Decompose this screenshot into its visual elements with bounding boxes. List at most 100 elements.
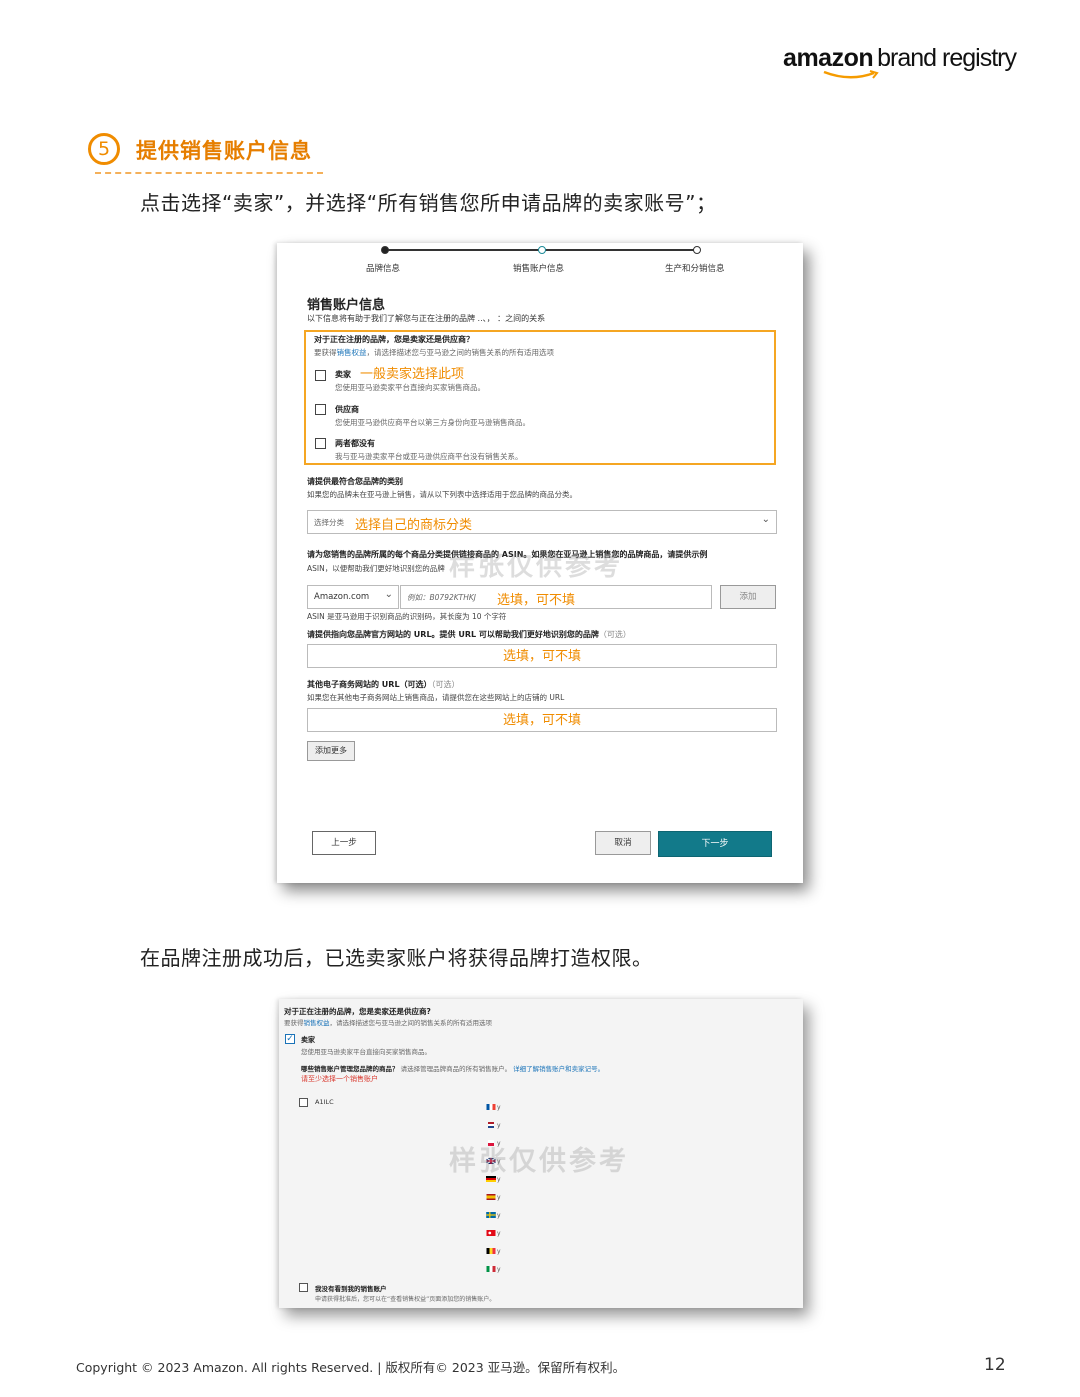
progress-label-distribution: 生产和分销信息 — [665, 264, 725, 274]
website-url-annotation: 选填，可不填 — [502, 649, 581, 664]
ecommerce-url-input[interactable]: 选填，可不填 — [307, 708, 777, 732]
asin-hint: ASIN 是亚马逊用于识别商品的识别码，其长度为 10 个字符 — [307, 612, 507, 621]
category-annotation: 选择自己的商标分类 — [355, 518, 473, 533]
title-underline — [95, 172, 323, 174]
account-checkbox[interactable] — [299, 1098, 308, 1107]
progress-label-sales: 销售账户信息 — [513, 264, 565, 274]
sales-account-form-screenshot: 品牌信息 销售账户信息 生产和分销信息 销售账户信息 以下信息将有助于我们了解您… — [277, 243, 803, 883]
desc-text-post: ，请选择描述您与亚马逊之间的销售关系的所有适用选项 — [366, 348, 555, 357]
vendor-checkbox[interactable] — [315, 404, 326, 415]
ecommerce-url-title-text: 其他电子商务网站的 URL（可选） — [307, 680, 432, 689]
seller-question-desc: 要获得销售权益，请选择描述您与亚马逊之间的销售关系的所有适用选项 — [284, 1017, 492, 1027]
sample-watermark: 样张仅供参考 — [449, 1146, 629, 1177]
marketplace-value: Amazon.com — [314, 592, 370, 602]
seller-checkbox-checked[interactable]: ✓ — [285, 1034, 295, 1044]
cancel-button[interactable]: 取消 — [595, 831, 651, 855]
accounts-question-text: 哪些销售账户管理您品牌的商品？ — [301, 1065, 399, 1073]
seller-annotation: 一般卖家选择此项 — [360, 367, 465, 382]
category-placeholder: 选择分类 — [314, 518, 344, 527]
flag-suffix: y — [497, 1247, 501, 1255]
accounts-desc: 请选择管理品牌商品的所有销售账户。 — [400, 1065, 512, 1073]
flag-se-row: y — [486, 1206, 501, 1224]
flag-it-row: y — [486, 1260, 501, 1278]
ecommerce-url-desc: 如果您在其他电子商务网站上销售商品，请提供您在这些网站上的店铺的 URL — [307, 693, 565, 702]
desc-text-pre: 要获得 — [284, 1019, 304, 1027]
asin-input[interactable]: 例如：B0792KTHKJ 选填，可不填 — [400, 585, 712, 609]
flag-france-icon — [486, 1104, 496, 1110]
add-asin-button[interactable]: 添加 — [720, 585, 776, 609]
progress-step-3-dot — [693, 246, 701, 254]
flag-suffix: y — [497, 1211, 501, 1219]
sales-rights-link[interactable]: 销售权益 — [304, 1019, 330, 1027]
logo-brand-registry-text: brand registry — [877, 44, 1017, 72]
no-account-label: 我没有看到我的销售账户 — [315, 1285, 387, 1293]
seller-type-highlight-box: 对于正在注册的品牌，您是卖家还是供应商？ 要获得销售权益，请选择描述您与亚马逊之… — [304, 330, 776, 465]
marketplace-select[interactable]: Amazon.com ⌄ — [307, 585, 399, 609]
copyright-footer: Copyright © 2023 Amazon. All rights Rese… — [76, 1360, 626, 1375]
progress-step-2-dot — [538, 246, 546, 254]
website-url-title-text: 请提供指向您品牌官方网站的 URL。提供 URL 可以帮助我们更好地识别您的品牌 — [307, 630, 599, 639]
seller-desc: 您使用亚马逊卖家平台直接向买家销售商品。 — [301, 1048, 431, 1056]
result-text: 在品牌注册成功后，已选卖家账户将获得品牌打造权限。 — [140, 946, 653, 970]
seller-question: 对于正在注册的品牌，您是卖家还是供应商？ — [314, 335, 474, 344]
ecommerce-url-annotation: 选填，可不填 — [502, 713, 581, 728]
flag-fr-row: y — [486, 1098, 501, 1116]
vendor-label: 供应商 — [335, 405, 359, 414]
no-account-checkbox[interactable] — [299, 1283, 308, 1292]
account-name: A1ILC — [315, 1098, 334, 1106]
seller-accounts-screenshot: 对于正在注册的品牌，您是卖家还是供应商? 要获得销售权益，请选择描述您与亚马逊之… — [279, 999, 803, 1308]
flag-suffix: y — [497, 1103, 501, 1111]
website-url-optional: （可选） — [598, 630, 631, 639]
page-number: 12 — [984, 1355, 1006, 1375]
add-more-button[interactable]: 添加更多 — [307, 741, 355, 761]
flag-be-row: y — [486, 1242, 501, 1260]
flag-belgium-icon — [486, 1248, 496, 1254]
next-button[interactable]: 下一步 — [658, 831, 772, 857]
seller-question: 对于正在注册的品牌，您是卖家还是供应商? — [284, 1007, 431, 1016]
marketplace-flags: y y y y y y y y y y — [486, 1098, 501, 1278]
ecommerce-url-optional: （可选） — [431, 680, 460, 689]
asin-title-cont: ASIN，以便帮助我们更好地识别您的品牌 — [307, 564, 445, 573]
step-number-badge: 5 — [88, 133, 120, 165]
amazon-brand-registry-logo: amazon brand registry — [783, 44, 1017, 73]
flag-netherlands-icon — [488, 1122, 494, 1128]
asin-annotation: 选填，可不填 — [497, 593, 576, 608]
flag-turkey-icon — [486, 1230, 496, 1236]
logo-amazon-text: amazon — [783, 44, 874, 72]
accounts-question: 哪些销售账户管理您品牌的商品？ 请选择管理品牌商品的所有销售账户。 详细了解销售… — [301, 1063, 604, 1073]
desc-text-post: ，请选择描述您与亚马逊之间的销售关系的所有适用选项 — [329, 1019, 493, 1027]
neither-checkbox[interactable] — [315, 438, 326, 449]
category-title: 请提供最符合您品牌的类别 — [307, 477, 403, 486]
flag-tr-row: y — [486, 1224, 501, 1242]
accounts-learn-more-link[interactable]: 详细了解销售账户和卖家记号。 — [513, 1065, 604, 1073]
flag-suffix: y — [497, 1265, 501, 1273]
no-account-desc: 申请获得批准后，您可以在“查看销售权益”页面添加您的销售账户。 — [315, 1296, 496, 1303]
progress-label-brand: 品牌信息 — [366, 264, 401, 274]
instruction-text: 点击选择“卖家”，并选择“所有销售您所申请品牌的卖家账号”； — [140, 191, 717, 215]
neither-label: 两者都没有 — [335, 439, 375, 448]
form-title: 销售账户信息 — [307, 298, 386, 313]
sales-rights-link[interactable]: 销售权益 — [337, 348, 367, 357]
flag-spain-icon — [486, 1194, 496, 1200]
flag-italy-icon — [486, 1266, 496, 1272]
flag-nl-row: y — [486, 1116, 501, 1134]
asin-placeholder: 例如：B0792KTHKJ — [407, 593, 477, 602]
chevron-down-icon: ⌄ — [761, 514, 770, 525]
seller-checkbox[interactable] — [315, 370, 326, 381]
progress-step-1-dot — [381, 246, 389, 254]
ecommerce-url-title: 其他电子商务网站的 URL（可选）（可选） — [307, 679, 460, 690]
flag-sweden-icon — [486, 1212, 496, 1218]
flag-suffix: y — [497, 1121, 501, 1129]
flag-suffix: y — [497, 1193, 501, 1201]
flag-suffix: y — [497, 1229, 501, 1237]
website-url-input[interactable]: 选填，可不填 — [307, 644, 777, 668]
accounts-warning: 请至少选择一个销售账户 — [301, 1075, 378, 1083]
seller-label: 卖家 — [301, 1036, 315, 1044]
seller-label: 卖家 — [335, 370, 351, 379]
website-url-title: 请提供指向您品牌官方网站的 URL。提供 URL 可以帮助我们更好地识别您的品牌… — [307, 629, 631, 640]
back-button[interactable]: 上一步 — [312, 831, 376, 855]
flag-es-row: y — [486, 1188, 501, 1206]
sample-watermark: 样张仅供参考 — [449, 552, 624, 582]
category-select[interactable]: 选择分类 选择自己的商标分类 ⌄ — [307, 510, 777, 534]
form-subtitle: 以下信息将有助于我们了解您与正在注册的品牌 ..、， ：之间的关系 — [307, 314, 546, 323]
